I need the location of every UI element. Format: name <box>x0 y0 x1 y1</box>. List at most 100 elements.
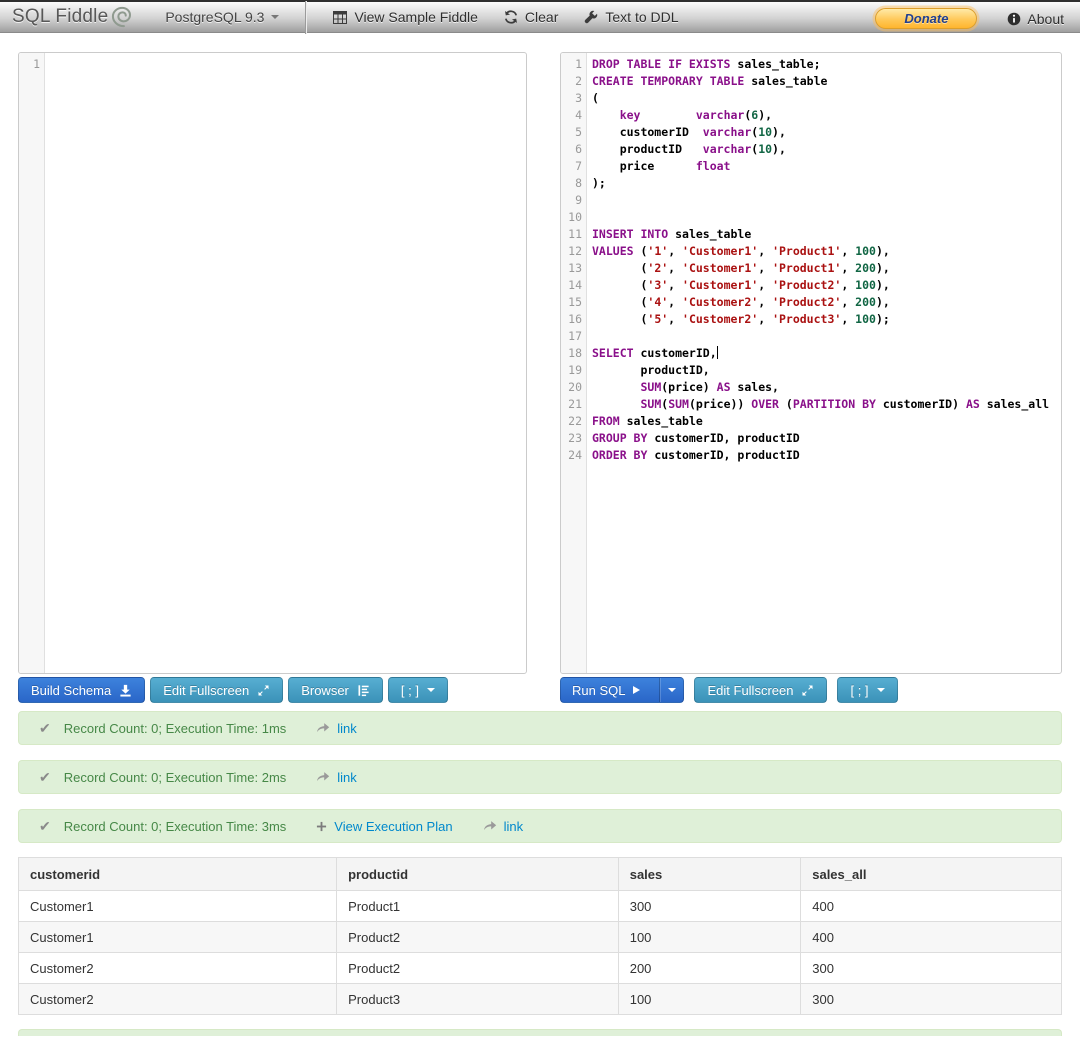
table-cell: Product2 <box>336 952 619 984</box>
schema-terminator-dropdown[interactable]: [ ; ] <box>387 677 448 703</box>
query-link[interactable]: link <box>337 770 357 785</box>
code-line: ORDER BY customerID, productID <box>592 448 800 462</box>
query-terminator-dropdown[interactable]: [ ; ] <box>837 677 898 703</box>
line-number: 13 <box>568 261 582 275</box>
terminator-label: [ ; ] <box>850 682 869 698</box>
table-cell: 300 <box>617 890 802 922</box>
line-number: 8 <box>575 176 582 190</box>
code-line: key varchar(6), <box>619 108 773 122</box>
run-sql-button[interactable]: Run SQL <box>561 678 651 702</box>
view-sample-fiddle-label: View Sample Fiddle <box>354 9 478 25</box>
table-row: Customer1 Product2 100 400 <box>17 921 1062 953</box>
chevron-down-icon <box>667 688 676 692</box>
table-row: Customer2 Product2 200 300 <box>17 952 1062 984</box>
chevron-down-icon <box>426 688 435 692</box>
main-content: 1 1 2 3 4 5 6 7 8 9 10 11 12 13 14 15 16 17 18 19 20 21 22 23 2… <box>0 52 1080 1036</box>
table-cell: Product2 <box>336 921 619 953</box>
sql-editor-gutter: 1 2 3 4 5 6 7 8 9 10 11 12 13 14 15 16 17 18 19 20 21 22 23 24 <box>561 53 587 673</box>
editor-panels: 1 1 2 3 4 5 6 7 8 9 10 11 12 13 14 15 16 17 18 19 20 21 22 23 2… <box>18 52 1062 674</box>
clear-button[interactable]: Clear <box>504 9 558 25</box>
donate-label: Donate <box>904 11 949 26</box>
build-schema-label: Build Schema <box>31 682 112 698</box>
about-button[interactable]: About <box>1007 11 1064 27</box>
result-table: customerid productid sales sales_all Cus… <box>17 857 1062 1015</box>
line-number: 4 <box>575 108 582 122</box>
table-cell: 100 <box>617 921 802 953</box>
code-line: ( <box>592 91 599 105</box>
line-number: 3 <box>575 91 582 105</box>
db-version-dropdown[interactable]: PostgreSQL 9.3 <box>165 9 280 25</box>
schema-link[interactable]: link <box>337 721 357 736</box>
run-sql-split-button: Run SQL <box>560 677 685 703</box>
code-line: ('4', 'Customer2', 'Product2', 200), <box>592 295 890 309</box>
expand-icon <box>801 684 814 697</box>
table-cell: 400 <box>800 890 1062 922</box>
share-arrow-icon <box>316 771 330 783</box>
schema-edit-fullscreen-button[interactable]: Edit Fullscreen <box>150 677 284 703</box>
column-header-sales-all: sales_all <box>800 857 1062 891</box>
line-number: 5 <box>575 125 582 139</box>
line-number: 21 <box>568 397 582 411</box>
build-schema-button[interactable]: Build Schema <box>18 677 146 703</box>
plus-icon <box>316 821 327 832</box>
table-grid-icon <box>333 10 348 24</box>
donate-button[interactable]: Donate <box>875 8 978 29</box>
code-line: SUM(price) AS sales, <box>640 380 779 394</box>
code-line: ('2', 'Customer1', 'Product1', 200), <box>592 261 890 275</box>
navbar-divider <box>305 0 308 34</box>
record-count-text: Record Count: 0; Execution Time: 3ms <box>63 818 287 834</box>
table-cell: 200 <box>617 952 802 984</box>
table-cell: Product1 <box>336 890 619 922</box>
line-number: 12 <box>568 244 582 258</box>
query-result-bar-1: ✔ Record Count: 0; Execution Time: 2ms l… <box>18 760 1062 794</box>
code-line: ('5', 'Customer2', 'Product3', 100); <box>592 312 890 326</box>
column-header-sales: sales <box>617 857 802 891</box>
code-line: SELECT customerID, <box>592 346 718 360</box>
view-execution-plan-link[interactable]: View Execution Plan <box>334 819 452 834</box>
query-toolbar: Run SQL Edit Fullscreen [ ; ] <box>560 677 1062 703</box>
line-number: 24 <box>568 448 582 462</box>
view-sample-fiddle-button[interactable]: View Sample Fiddle <box>333 9 478 25</box>
clear-label: Clear <box>524 9 559 25</box>
navbar-right-group: Donate About <box>875 2 1064 35</box>
check-icon: ✔ <box>39 719 51 736</box>
line-number: 22 <box>568 414 582 428</box>
schema-editor-panel: 1 <box>18 52 527 674</box>
code-line: ('3', 'Customer1', 'Product2', 100), <box>592 278 890 292</box>
run-sql-options-button[interactable] <box>659 678 683 702</box>
query-edit-fullscreen-button[interactable]: Edit Fullscreen <box>694 677 828 703</box>
table-cell: Customer2 <box>17 952 338 984</box>
line-number: 17 <box>568 329 582 343</box>
table-cell: Customer2 <box>17 983 338 1015</box>
query-result-bar-2: ✔ Record Count: 0; Execution Time: 3ms V… <box>18 809 1062 843</box>
text-to-ddl-button[interactable]: Text to DDL <box>584 9 679 25</box>
line-number: 6 <box>575 142 582 156</box>
app-logo[interactable]: SQL Fiddle <box>12 6 135 29</box>
wrench-icon <box>584 10 598 24</box>
line-number: 19 <box>568 363 582 377</box>
table-cell: Product3 <box>336 983 619 1015</box>
table-cell: 300 <box>800 983 1062 1015</box>
sql-editor[interactable]: DROP TABLE IF EXISTS sales_table; CREATE … <box>587 53 1061 673</box>
code-line: productID varchar(10), <box>592 142 786 156</box>
text-to-ddl-label: Text to DDL <box>605 9 679 25</box>
code-line: VALUES ('1', 'Customer1', 'Product1', 10… <box>592 244 890 258</box>
schema-editor-gutter: 1 <box>19 53 45 673</box>
line-number: 9 <box>575 193 582 207</box>
next-result-bar-partial <box>18 1029 1062 1036</box>
code-line: FROM sales_table <box>592 414 703 428</box>
record-count-text: Record Count: 0; Execution Time: 2ms <box>63 769 287 785</box>
line-number: 15 <box>568 295 582 309</box>
edit-fullscreen-label: Edit Fullscreen <box>707 682 794 698</box>
line-number: 14 <box>568 278 582 292</box>
query-link[interactable]: link <box>504 819 524 834</box>
play-icon <box>633 686 641 694</box>
schema-editor[interactable] <box>45 53 526 673</box>
line-number: 10 <box>568 210 582 224</box>
browser-button[interactable]: Browser <box>288 677 383 703</box>
chevron-down-icon <box>876 688 885 692</box>
line-number: 18 <box>568 346 582 360</box>
code-line: CREATE TEMPORARY TABLE sales_table <box>592 74 828 88</box>
record-count-text: Record Count: 0; Execution Time: 1ms <box>63 720 287 736</box>
check-icon: ✔ <box>39 768 51 785</box>
